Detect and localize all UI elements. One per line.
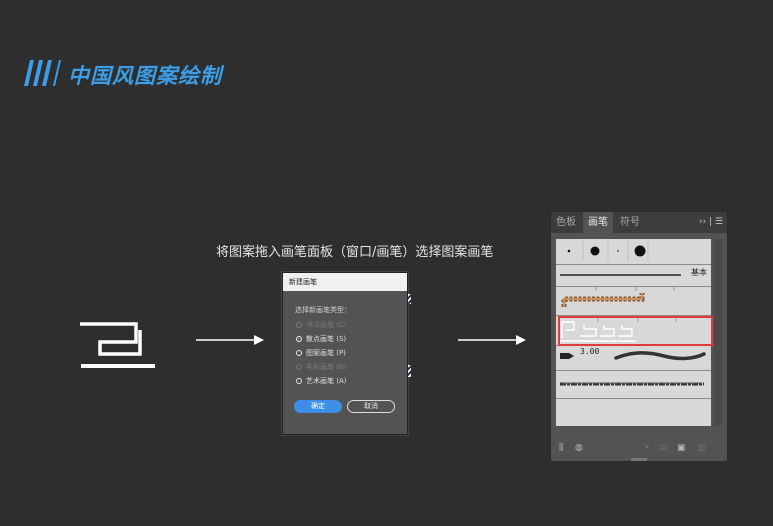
radio-bristle-brush: 毛刷画笔 (B) xyxy=(296,361,347,372)
rope-pattern-brush-icon xyxy=(561,287,675,307)
arrow-right-icon xyxy=(196,335,264,345)
panel-tab-bar: 色板 画笔 符号 ›› | ☰ xyxy=(551,212,727,233)
instruction-caption: 将图案拖入画笔面板（窗口/画笔）选择图案画笔 xyxy=(216,245,494,260)
new-brush-dialog: 新建画笔 选择新画笔类型： 书法画笔 (C) 散点画笔 (S) 图案画笔 (P)… xyxy=(282,272,411,435)
ok-button[interactable]: 确定 xyxy=(294,400,342,413)
radio-circle-icon xyxy=(296,321,302,328)
list-item[interactable] xyxy=(556,371,711,397)
brush-size-value: 3.00 xyxy=(580,347,600,356)
radio-calligraphic-brush: 书法画笔 (C) xyxy=(296,319,347,330)
divider xyxy=(556,398,711,399)
brush-libraries-menu-icon[interactable]: ◍ xyxy=(575,443,583,453)
list-item[interactable] xyxy=(556,287,711,314)
panel-scrollbar[interactable] xyxy=(714,239,722,426)
decorative-stripe xyxy=(408,294,411,304)
list-item[interactable] xyxy=(556,239,711,263)
radio-art-brush[interactable]: 艺术画笔 (A) xyxy=(296,375,346,386)
radio-circle-icon xyxy=(296,363,302,370)
tab-symbols[interactable]: 符号 xyxy=(615,212,645,233)
new-brush-icon[interactable]: ▣ xyxy=(677,443,686,453)
dialog-title: 新建画笔 xyxy=(283,273,407,291)
panel-menu-icon[interactable]: ›› | ☰ xyxy=(699,212,723,233)
basic-brush-label: 基本 xyxy=(691,268,707,277)
panel-resize-grip[interactable] xyxy=(631,458,647,461)
radio-circle-icon xyxy=(296,349,302,356)
brushes-panel: 色板 画笔 符号 ›› | ☰ 基本 3.00 ⫼ ◍ ✕ ▤ ▣ ▥ xyxy=(550,211,728,462)
delete-brush-icon[interactable]: ▥ xyxy=(697,443,706,453)
brush-library-icon[interactable]: ⫼ xyxy=(559,443,563,453)
basic-stroke-icon xyxy=(560,274,681,276)
brush-list: 基本 3.00 xyxy=(556,239,713,426)
remove-brush-stroke-icon[interactable]: ✕ xyxy=(643,443,651,453)
wavy-stroke-icon xyxy=(614,351,706,361)
charcoal-stroke-icon xyxy=(560,382,704,386)
radio-selected-icon xyxy=(296,335,302,342)
dot-brushes-icon xyxy=(567,241,649,261)
options-icon[interactable]: ▤ xyxy=(659,443,668,453)
page-title: 中国风图案绘制 xyxy=(68,64,222,88)
cancel-button[interactable]: 取消 xyxy=(347,400,395,413)
radio-circle-icon xyxy=(296,377,302,384)
brush-tip-icon xyxy=(560,353,574,359)
radio-scatter-brush[interactable]: 散点画笔 (S) xyxy=(296,333,346,344)
brush-type-label: 选择新画笔类型： xyxy=(295,306,351,314)
list-item[interactable]: 3.00 xyxy=(556,347,711,369)
arrow-right-icon xyxy=(458,335,526,345)
radio-pattern-brush[interactable]: 图案画笔 (P) xyxy=(296,347,346,358)
title-slashes-icon xyxy=(24,60,61,86)
highlight-box xyxy=(558,316,713,346)
list-item[interactable]: 基本 xyxy=(556,265,711,285)
decorative-stripe xyxy=(408,365,411,377)
tab-brushes[interactable]: 画笔 xyxy=(583,212,613,233)
tab-swatches[interactable]: 色板 xyxy=(551,212,581,233)
chinese-pattern-motif-icon xyxy=(80,322,155,368)
